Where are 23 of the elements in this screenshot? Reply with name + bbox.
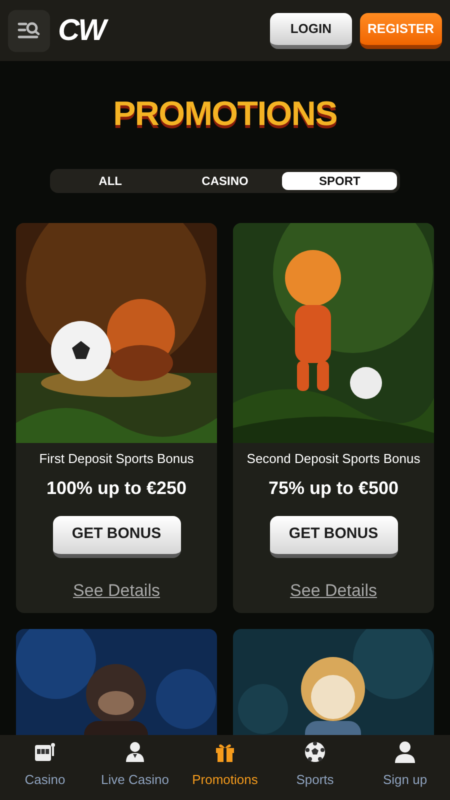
soccer-ball-icon (304, 741, 326, 763)
dealer-icon (124, 741, 146, 763)
get-bonus-button[interactable]: GET BONUS (270, 516, 398, 558)
nav-item[interactable]: Live Casino (90, 735, 180, 800)
promotion-offer: 75% up to €500 (268, 476, 399, 500)
menu-search-button[interactable] (8, 10, 50, 52)
see-details-link[interactable]: See Details (290, 578, 377, 603)
user-icon (394, 741, 416, 763)
nav-item[interactable]: Promotions (180, 735, 270, 800)
page-title: PROMOTIONS (113, 94, 337, 135)
promotion-title: First Deposit Sports Bonus (39, 450, 194, 468)
login-button[interactable]: LOGIN (270, 12, 352, 48)
promotion-title: Second Deposit Sports Bonus (246, 450, 420, 468)
get-bonus-button[interactable]: GET BONUS (52, 516, 180, 558)
see-details-link[interactable]: See Details (73, 578, 160, 603)
nav-item[interactable]: Casino (0, 735, 90, 800)
promotion-offer: 100% up to €250 (46, 476, 187, 500)
slot-machine-icon (33, 741, 57, 763)
nav-item[interactable]: Sports (270, 735, 360, 800)
nav-item[interactable]: Sign up (360, 735, 450, 800)
filter-tab[interactable]: CASINO (168, 172, 282, 190)
filter-tab[interactable]: SPORT (282, 172, 397, 190)
filter-tab[interactable]: ALL (53, 172, 168, 190)
